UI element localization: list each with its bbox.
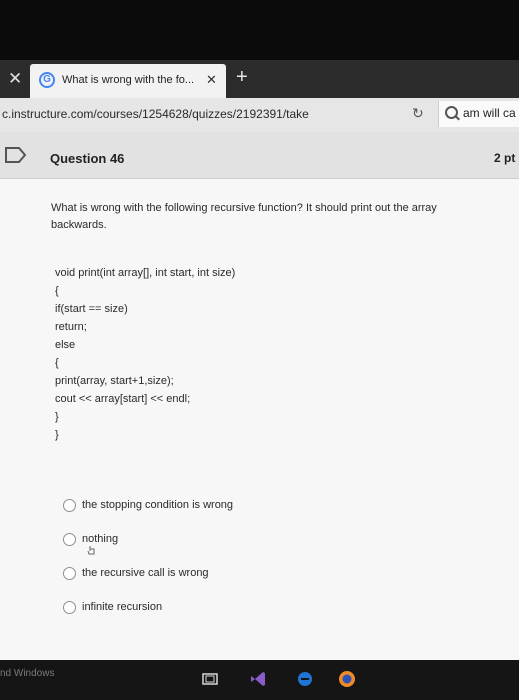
- answer-radio[interactable]: [63, 499, 76, 512]
- answer-radio[interactable]: [63, 601, 76, 614]
- code-line: if(start == size): [55, 303, 128, 315]
- screen-bezel: [0, 0, 519, 60]
- tab-title: What is wrong with the fo...: [62, 74, 195, 86]
- code-line: }: [55, 411, 59, 423]
- quiz-page: Question 46 2 pt What is wrong with the …: [0, 132, 519, 660]
- url-field[interactable]: c.instructure.com/courses/1254628/quizze…: [2, 107, 309, 121]
- address-bar: c.instructure.com/courses/1254628/quizze…: [0, 98, 519, 133]
- active-tab[interactable]: G What is wrong with the fo... ✕: [30, 64, 226, 98]
- tab-close-icon[interactable]: ✕: [206, 72, 217, 88]
- search-input[interactable]: am will ca: [463, 106, 516, 120]
- answer-radio[interactable]: [63, 533, 76, 546]
- new-tab-button[interactable]: +: [236, 66, 248, 89]
- windows-taskbar: nd Windows: [0, 660, 519, 700]
- visual-studio-icon[interactable]: [249, 670, 267, 688]
- code-line: void print(int array[], int start, int s…: [55, 267, 236, 279]
- close-tab-icon[interactable]: ✕: [8, 70, 22, 87]
- answer-label[interactable]: infinite recursion: [82, 601, 162, 613]
- google-favicon-icon: G: [39, 72, 55, 88]
- task-view-icon[interactable]: [201, 670, 219, 688]
- code-line: return;: [55, 321, 87, 333]
- reload-icon[interactable]: ↻: [412, 105, 424, 122]
- search-box[interactable]: am will ca: [438, 101, 519, 127]
- flag-question-icon[interactable]: [4, 146, 28, 164]
- answer-label[interactable]: the recursive call is wrong: [82, 567, 209, 579]
- browser-tab-bar: ✕ G What is wrong with the fo... ✕ +: [0, 60, 519, 98]
- hand-cursor-icon: [87, 546, 95, 555]
- answer-label[interactable]: nothing: [82, 533, 118, 545]
- search-icon: [445, 106, 458, 119]
- question-header: Question 46 2 pt: [0, 132, 519, 179]
- firefox-icon[interactable]: [338, 670, 356, 688]
- answer-label[interactable]: the stopping condition is wrong: [82, 499, 233, 511]
- code-line: else: [55, 339, 76, 351]
- activate-windows-watermark: nd Windows: [0, 668, 55, 679]
- code-block: void print(int array[], int start, int s…: [55, 264, 235, 444]
- code-line: {: [55, 285, 59, 297]
- edge-icon[interactable]: [296, 670, 314, 688]
- code-line: {: [55, 357, 59, 369]
- code-line: cout << array[start] << endl;: [55, 393, 191, 405]
- code-line: }: [55, 429, 59, 441]
- question-text: What is wrong with the following recursi…: [51, 202, 437, 231]
- question-points: 2 pt: [494, 151, 516, 165]
- answer-radio[interactable]: [63, 567, 76, 580]
- code-line: print(array, start+1,size);: [55, 375, 174, 387]
- question-number: Question 46: [50, 151, 125, 166]
